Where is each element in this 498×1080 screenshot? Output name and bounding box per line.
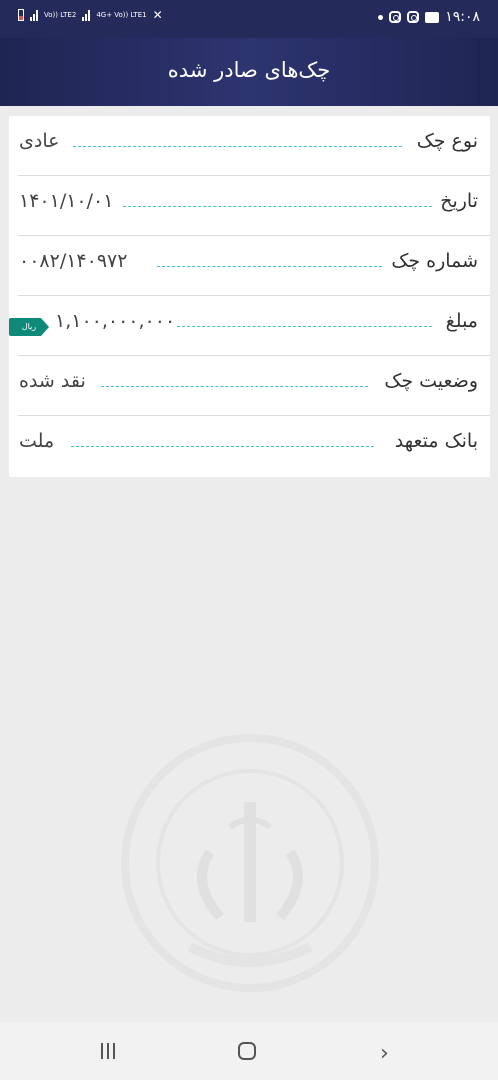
detail-label: مبلغ xyxy=(445,310,478,332)
dashed-leader xyxy=(123,206,432,207)
recent-apps-icon[interactable] xyxy=(101,1043,117,1059)
detail-value: عادی xyxy=(19,130,60,152)
notification-dot-icon xyxy=(378,14,384,20)
dashed-leader xyxy=(157,266,382,267)
status-bar: Vo)) LTE2 4G+ Vo)) LTE1 ✕ ۱۹:۰۸ xyxy=(0,0,498,38)
status-icons-right: ۱۹:۰۸ xyxy=(378,9,480,25)
page-title: چک‌های صادر شده xyxy=(167,58,331,82)
detail-row-date: تاریخ ۱۴۰۱/۱۰/۰۱ xyxy=(9,176,490,236)
mute-icon: ✕ xyxy=(152,7,163,22)
detail-label: وضعیت چک xyxy=(384,370,478,392)
bank-emblem-watermark xyxy=(121,734,379,992)
dashed-leader xyxy=(73,146,402,147)
detail-value: نقد شده xyxy=(19,370,86,392)
app-header: چک‌های صادر شده xyxy=(0,38,498,106)
detail-label: بانک متعهد xyxy=(394,430,478,452)
signal-icon xyxy=(30,9,38,21)
home-icon[interactable] xyxy=(238,1042,256,1060)
chat-icon xyxy=(425,11,440,23)
detail-row-bank: بانک متعهد ملت xyxy=(9,416,490,476)
system-nav-bar: › xyxy=(0,1022,498,1080)
instagram-icon xyxy=(407,11,420,23)
dashed-leader xyxy=(177,326,432,327)
dashed-leader xyxy=(71,446,374,447)
clock: ۱۹:۰۸ xyxy=(445,9,480,25)
currency-badge: ریال xyxy=(9,318,49,336)
detail-value: ۱,۱۰۰,۰۰۰,۰۰۰ xyxy=(55,310,176,332)
detail-row-amount: مبلغ ۱,۱۰۰,۰۰۰,۰۰۰ xyxy=(9,296,490,356)
detail-label: تاریخ xyxy=(440,190,478,212)
detail-value: ملت xyxy=(19,430,55,452)
detail-label: نوع چک xyxy=(416,130,478,152)
signal-icon xyxy=(82,9,91,21)
check-details-card: نوع چک عادی تاریخ ۱۴۰۱/۱۰/۰۱ شماره چک ۰۰… xyxy=(9,116,490,477)
detail-row-check-number: شماره چک ۰۰۸۲/۱۴۰۹۷۲ xyxy=(9,236,490,296)
dashed-leader xyxy=(101,386,368,387)
back-icon[interactable]: › xyxy=(380,1041,389,1066)
sim2-label: 4G+ Vo)) LTE1 xyxy=(96,10,147,19)
detail-value: ۰۰۸۲/۱۴۰۹۷۲ xyxy=(19,250,128,272)
detail-row-type: نوع چک عادی xyxy=(9,116,490,176)
battery-icon xyxy=(18,9,24,21)
status-icons-left: Vo)) LTE2 4G+ Vo)) LTE1 ✕ xyxy=(18,9,163,21)
instagram-icon xyxy=(389,11,402,23)
detail-value: ۱۴۰۱/۱۰/۰۱ xyxy=(19,190,114,212)
sim1-label: Vo)) LTE2 xyxy=(44,10,77,19)
detail-label: شماره چک xyxy=(391,250,478,272)
detail-row-status: وضعیت چک نقد شده xyxy=(9,356,490,416)
